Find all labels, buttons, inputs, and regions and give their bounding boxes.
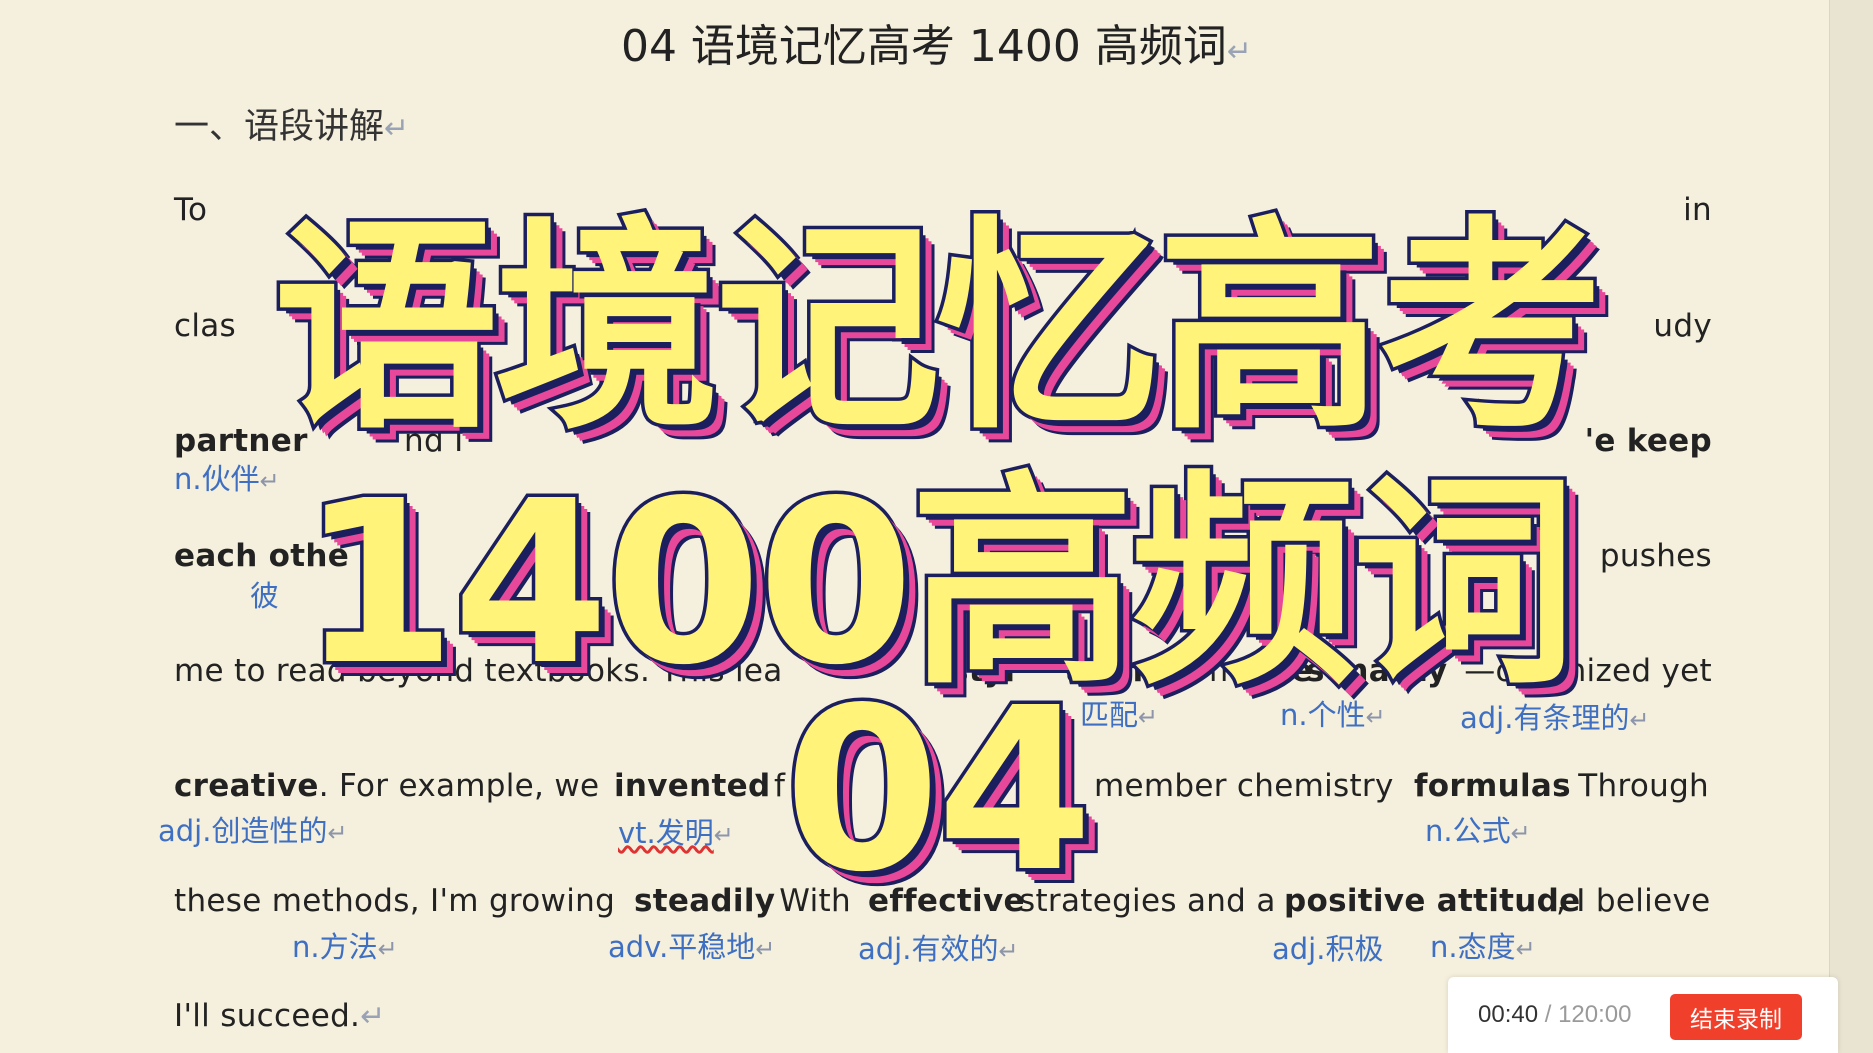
gloss-attitude: n.态度↵ [1430, 930, 1536, 964]
total-time: 120:00 [1558, 1001, 1632, 1028]
elapsed-time: 00:40 [1478, 1001, 1539, 1028]
paragraph-mark: ↵ [1226, 34, 1253, 69]
section-heading: 一、语段讲解↵ [174, 107, 410, 147]
gloss-positive: adj.积极 [1272, 932, 1384, 966]
document-title: 04 语境记忆高考 1400 高频词↵ [620, 21, 1253, 72]
recording-timer: 00:40 / 120:00 [1478, 1001, 1632, 1028]
stop-recording-button[interactable]: 结束录制 [1670, 994, 1802, 1040]
gloss-effective: adj.有效的↵ [858, 932, 1019, 966]
gloss-steadily: adv.平稳地↵ [608, 930, 776, 964]
recording-widget: 00:40 / 120:00 结束录制 [1448, 977, 1838, 1053]
overlay-title-line-3: 04 [780, 657, 1096, 926]
gloss-methods: n.方法↵ [292, 930, 398, 964]
